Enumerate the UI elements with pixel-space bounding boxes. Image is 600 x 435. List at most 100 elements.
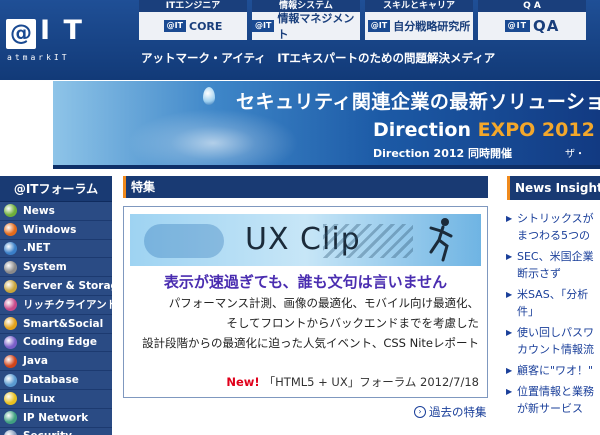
forum-category-icon — [4, 392, 17, 406]
forum-sidebar-title: @ITフォーラム — [0, 176, 112, 202]
sidebar-item[interactable]: System — [0, 258, 112, 278]
expo-banner[interactable]: セキュリティ関連企業の最新ソリューションや Direction EXPO 201… — [53, 81, 600, 169]
forum-category-icon — [4, 204, 17, 218]
news-item-line: カウント情報流 — [517, 343, 594, 356]
sidebar-item[interactable]: .NET — [0, 240, 112, 259]
ux-clip-banner[interactable]: UX Clip — [130, 214, 481, 266]
channel-tabs: ITエンジニア @IT CORE 情報システム @IT 情報マネジメント スキル… — [139, 0, 591, 41]
forum-category-icon — [4, 241, 17, 255]
sidebar-item[interactable]: リッチクライアント — [0, 296, 112, 315]
sidebar-item-label: リッチクライアント — [23, 299, 112, 312]
sidebar-item-label: Java — [23, 355, 48, 368]
news-item[interactable]: SEC、米国企業断示さず — [506, 248, 600, 282]
tab-career[interactable]: スキルとキャリア @IT 自分戦略研究所 — [365, 0, 473, 40]
news-item[interactable]: シトリックスがまつわる5つの — [506, 210, 600, 244]
feature-card[interactable]: UX Clip 表示が速過ぎても、誰も文句は言いません パフォーマンス計測、画像… — [123, 206, 488, 398]
banner-subtitle-right: ザ・ — [565, 149, 585, 160]
forum-category-icon — [4, 260, 17, 274]
sidebar-item-label: Windows — [23, 223, 77, 236]
water-drop-graphic — [203, 87, 215, 105]
ux-clip-stripes — [323, 224, 413, 258]
news-insight-header: News Insight — [507, 176, 600, 200]
logo-it-text: I T — [40, 15, 84, 46]
news-item[interactable]: 位置情報と業務が新サービス — [506, 383, 600, 417]
forum-category-icon — [4, 317, 17, 331]
tab-qa-label: QA — [533, 17, 560, 35]
site-header: @ I T atmarkIT ITエンジニア @IT CORE 情報システム @… — [0, 0, 600, 80]
forum-category-icon — [4, 411, 17, 425]
news-item-line: まつわる5つの — [517, 229, 590, 242]
sidebar-item[interactable]: Coding Edge — [0, 334, 112, 353]
sidebar-item[interactable]: Windows — [0, 221, 112, 240]
logo-at-badge: @ — [6, 19, 36, 49]
banner-subtitle: Direction 2012 同時開催 — [373, 147, 512, 160]
tab-career-badge: @IT — [367, 20, 391, 32]
sidebar-item-label: Smart&Social — [23, 317, 104, 330]
news-item[interactable]: 米SAS、「分析件」 — [506, 286, 600, 320]
news-insight-list: シトリックスがまつわる5つの SEC、米国企業断示さず米SAS、「分析件」使い回し… — [506, 210, 600, 421]
banner-headline: セキュリティ関連企業の最新ソリューションや — [236, 91, 600, 113]
news-item-line: 断示さず — [517, 267, 561, 280]
past-features-link[interactable]: › 過去の特集 — [414, 404, 487, 420]
tab-engineer-badge: @IT — [163, 20, 186, 32]
sidebar-item-label: Linux — [23, 392, 56, 405]
sidebar-item[interactable]: Java — [0, 352, 112, 372]
sidebar-item[interactable]: News — [0, 202, 112, 221]
forum-category-icon — [4, 373, 17, 387]
tab-info-system-badge: @IT — [252, 20, 275, 32]
runner-figure-icon — [429, 218, 453, 262]
sidebar-item-label: System — [23, 261, 67, 274]
banner-expo-main: Direction — [373, 119, 478, 141]
sidebar-item[interactable]: Security — [0, 428, 112, 435]
sidebar-item[interactable]: Smart&Social — [0, 315, 112, 334]
news-item-line: が新サービス — [517, 402, 583, 415]
sidebar-item-label: Server & Storage — [23, 280, 112, 293]
ux-clip-decoration — [144, 224, 224, 258]
news-item-line: シトリックスが — [517, 212, 594, 225]
feature-footer: New! 「HTML5 + UX」フォーラム 2012/7/18 — [226, 374, 479, 390]
forum-category-icon — [4, 354, 17, 368]
tab-info-system-label: 情報マネジメント — [277, 12, 355, 41]
feature-section-header: 特集 — [123, 176, 488, 198]
banner-bottom-bar — [53, 165, 600, 169]
sidebar-item[interactable]: Linux — [0, 390, 112, 409]
sidebar-item[interactable]: Server & Storage — [0, 277, 112, 296]
news-item[interactable]: 顧客に"ワオ！" — [506, 362, 600, 379]
past-features-label: 過去の特集 — [429, 405, 487, 419]
tab-career-caption: スキルとキャリア — [365, 0, 473, 12]
tab-career-label: 自分戦略研究所 — [393, 20, 471, 33]
forum-sidebar: @ITフォーラム News Windows .NET System Server & S… — [0, 176, 112, 435]
site-tagline: アットマーク・アイティ ITエキスパートのための問題解決メディア — [141, 51, 496, 65]
sidebar-item-label: Coding Edge — [23, 336, 98, 349]
tab-qa[interactable]: Q A @IT QA — [478, 0, 586, 40]
tab-info-system[interactable]: 情報システム @IT 情報マネジメント — [252, 0, 360, 41]
forum-category-icon — [4, 335, 17, 349]
news-item-line: 使い回しパスワ — [517, 326, 594, 339]
forum-category-icon — [4, 223, 17, 237]
news-item-line: 米SAS、「分析 — [517, 288, 589, 301]
tab-qa-badge: @IT — [504, 20, 531, 32]
news-item-line: 位置情報と業務 — [517, 385, 594, 398]
feature-title[interactable]: 表示が速過ぎても、誰も文句は言いません — [124, 271, 487, 292]
forum-category-icon — [4, 298, 17, 312]
site-logo[interactable]: @ I T atmarkIT — [0, 0, 104, 70]
arrow-circle-icon: › — [414, 406, 426, 418]
banner-expo-accent: EXPO 2012 — [477, 119, 595, 141]
feature-desc-line: パフォーマンス計測、画像の最適化、モバイル向け最適化、 — [168, 296, 479, 310]
forum-category-icon — [4, 279, 17, 293]
news-item-line: SEC、米国企業 — [517, 250, 594, 263]
sidebar-item-label: News — [23, 204, 55, 217]
sidebar-item-label: Database — [23, 374, 79, 387]
sidebar-item-label: IP Network — [23, 411, 89, 424]
tab-qa-caption: Q A — [478, 0, 586, 12]
sidebar-item-label: .NET — [23, 242, 51, 255]
news-item[interactable]: 使い回しパスワカウント情報流 — [506, 324, 600, 358]
sidebar-item[interactable]: Database — [0, 371, 112, 390]
tab-engineer[interactable]: ITエンジニア @IT CORE — [139, 0, 247, 40]
sidebar-item-label: Security — [23, 430, 72, 435]
news-item-line: 件」 — [517, 305, 539, 318]
sidebar-item[interactable]: IP Network — [0, 409, 112, 428]
feature-desc-line: 設計段階からの最適化に迫った人気イベント、CSS Niteレポート — [142, 336, 479, 350]
feature-desc-line: そしてフロントからバックエンドまでを考慮した — [226, 316, 479, 330]
feature-event-info[interactable]: 「HTML5 + UX」フォーラム 2012/7/18 — [264, 375, 479, 389]
